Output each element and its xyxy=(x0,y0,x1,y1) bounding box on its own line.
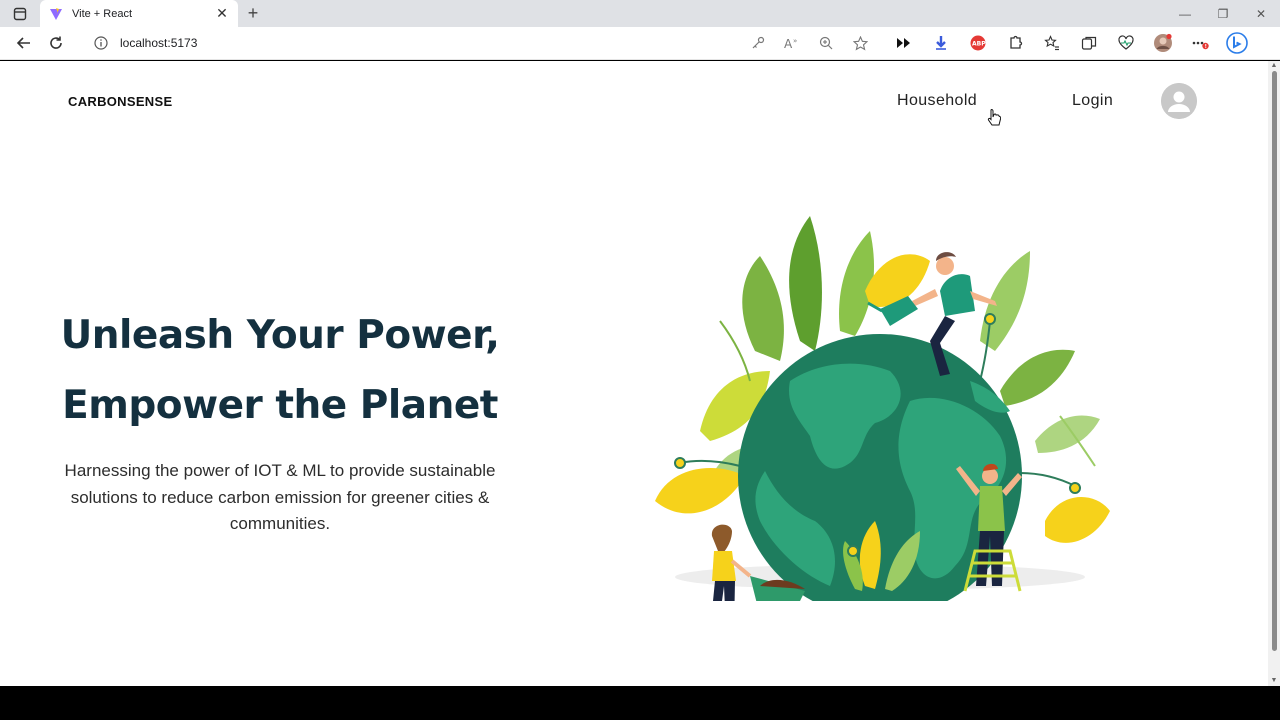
window-controls: — ❐ ✕ xyxy=(1166,0,1280,27)
close-window-button[interactable]: ✕ xyxy=(1242,0,1280,27)
tab-actions-button[interactable] xyxy=(0,0,40,27)
favorite-star-icon[interactable] xyxy=(846,29,874,57)
favorites-icon[interactable] xyxy=(1034,29,1069,57)
back-arrow-icon xyxy=(16,37,30,49)
hero-title-line-2: Empower the Planet xyxy=(62,383,498,428)
browser-essentials-icon[interactable] xyxy=(1108,29,1143,57)
svg-text:»: » xyxy=(793,37,797,45)
new-tab-button[interactable]: + xyxy=(238,0,268,27)
brand-logo[interactable]: CARBONSENSE xyxy=(68,94,172,109)
browser-toolbar: localhost:5173 A» ABP ! xyxy=(0,27,1280,60)
hero-subtitle: Harnessing the power of IOT & ML to prov… xyxy=(64,461,496,533)
nav-login-link[interactable]: Login xyxy=(1072,92,1113,110)
close-tab-icon[interactable]: ✕ xyxy=(214,5,230,22)
svg-text:!: ! xyxy=(1204,44,1206,50)
site-navbar: CARBONSENSE Household Login xyxy=(0,61,1268,143)
collections-icon[interactable] xyxy=(1071,29,1106,57)
refresh-button[interactable] xyxy=(40,29,72,57)
tab-title: Vite + React xyxy=(72,7,133,20)
user-avatar[interactable] xyxy=(1161,83,1197,119)
browser-tab[interactable]: Vite + React ✕ xyxy=(40,0,238,27)
tab-actions-icon xyxy=(13,7,27,20)
download-extension-icon[interactable] xyxy=(923,29,958,57)
scroll-down-arrow-icon[interactable]: ▼ xyxy=(1270,677,1278,684)
hand-cursor-icon xyxy=(987,109,1001,126)
fast-forward-extension-icon[interactable] xyxy=(886,29,921,57)
zoom-icon[interactable] xyxy=(812,29,840,57)
address-bar[interactable]: localhost:5173 A» xyxy=(82,30,882,56)
vertical-scrollbar[interactable]: ▲ ▼ xyxy=(1268,61,1280,686)
scroll-up-arrow-icon[interactable]: ▲ xyxy=(1270,62,1278,69)
hero-title-line-1: Unleash Your Power, xyxy=(60,313,500,358)
restore-button[interactable]: ❐ xyxy=(1204,0,1242,27)
back-button[interactable] xyxy=(8,29,40,57)
more-menu-icon[interactable]: ! xyxy=(1182,29,1217,57)
url-text[interactable]: localhost:5173 xyxy=(120,36,197,50)
nav-household-link[interactable]: Household xyxy=(897,92,977,110)
svg-text:A: A xyxy=(784,37,793,50)
minimize-button[interactable]: — xyxy=(1166,0,1204,27)
bing-copilot-icon[interactable] xyxy=(1219,29,1254,57)
user-icon xyxy=(1161,83,1197,119)
bottom-black-bar xyxy=(0,686,1280,720)
read-aloud-icon[interactable]: A» xyxy=(778,29,806,57)
extensions-puzzle-icon[interactable] xyxy=(997,29,1032,57)
scrollbar-thumb[interactable] xyxy=(1272,71,1277,651)
earth-illustration xyxy=(655,216,1110,601)
key-icon[interactable] xyxy=(744,29,772,57)
svg-text:ABP: ABP xyxy=(972,41,986,48)
adblock-extension-icon[interactable]: ABP xyxy=(960,29,995,57)
browser-tab-bar: Vite + React ✕ + — ❐ ✕ xyxy=(0,0,1280,27)
page-viewport: CARBONSENSE Household Login Unleash Your… xyxy=(0,61,1280,686)
vite-logo-icon xyxy=(48,6,64,22)
profile-avatar-icon[interactable] xyxy=(1145,29,1180,57)
refresh-icon xyxy=(50,36,62,49)
hero-title: Unleash Your Power, Empower the Planet xyxy=(40,301,520,441)
info-icon[interactable] xyxy=(94,36,108,50)
